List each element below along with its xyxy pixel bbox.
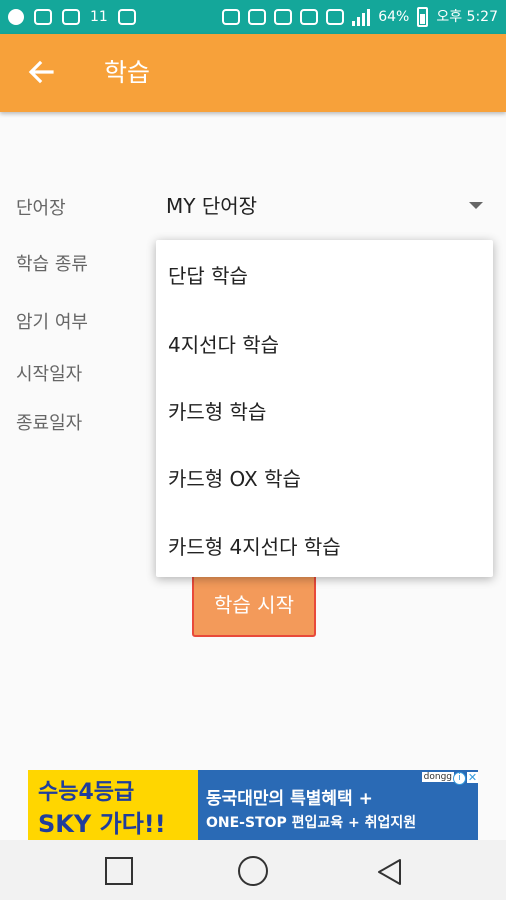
app-bar: 학습: [0, 34, 506, 112]
menu-item-card[interactable]: 카드형 학습: [168, 396, 266, 425]
ad-info-icon[interactable]: i: [453, 772, 466, 785]
alarm-icon: [274, 9, 293, 25]
start-study-button[interactable]: 학습 시작: [192, 577, 316, 637]
pill-icon: [117, 9, 136, 25]
bluetooth-icon: [222, 9, 241, 25]
ad-close-icon[interactable]: ✕: [467, 772, 478, 783]
menu-item-card-ox[interactable]: 카드형 OX 학습: [168, 463, 301, 492]
home-icon[interactable]: [238, 856, 268, 886]
ad-brand: dongg: [421, 772, 454, 782]
signal-icon: [352, 8, 371, 26]
label-wordbook: 단어장: [16, 198, 66, 219]
label-memorized: 암기 여부: [16, 312, 88, 333]
status-left-icons: 11: [8, 0, 136, 34]
ad-banner[interactable]: 수능4등급 SKY 가다!! 동국대만의 특별혜택 + ONE-STOP 편입교…: [28, 770, 478, 840]
ad-copy-line1: 동국대만의 특별혜택 +: [206, 789, 373, 809]
status-time: 오후 5:27: [436, 9, 498, 25]
dropdown-arrow-icon[interactable]: [469, 202, 483, 209]
network-indicator: 11: [90, 9, 108, 25]
back-triangle-icon[interactable]: [375, 857, 405, 887]
menu-item-multiple-choice[interactable]: 4지선다 학습: [168, 329, 279, 358]
message-icon: [34, 9, 52, 25]
recent-apps-icon[interactable]: [105, 857, 133, 885]
ad-left-panel: 수능4등급 SKY 가다!!: [28, 770, 198, 840]
system-nav-bar: [0, 840, 506, 900]
menu-item-card-multiple-choice[interactable]: 카드형 4지선다 학습: [168, 531, 341, 560]
study-type-dropdown-menu: 단답 학습 4지선다 학습 카드형 학습 카드형 OX 학습 카드형 4지선다 …: [156, 240, 493, 577]
ad-subheadline: SKY 가다!!: [38, 810, 166, 838]
ad-headline: 수능4등급: [38, 780, 135, 805]
status-right-icons: 64% 오후 5:27: [222, 0, 498, 34]
lte-icon: [326, 9, 345, 25]
page-title: 학습: [104, 58, 151, 87]
arrow-left-icon[interactable]: [26, 57, 56, 87]
label-study-type: 학습 종류: [16, 254, 88, 275]
hd-icon: [300, 9, 319, 25]
app-notification-icon: [8, 9, 24, 25]
vibrate-icon: [248, 9, 267, 25]
battery-percent: 64%: [378, 9, 410, 25]
menu-item-short-answer[interactable]: 단답 학습: [168, 260, 248, 289]
ad-copy-line2: ONE-STOP 편입교육 + 취업지원: [206, 815, 417, 831]
wordbook-spinner[interactable]: MY 단어장: [166, 190, 257, 219]
label-end-date: 종료일자: [16, 413, 83, 434]
label-start-date: 시작일자: [16, 364, 83, 385]
battery-icon: [417, 7, 429, 27]
status-bar: 11 64% 오후 5:27: [0, 0, 506, 34]
weather-icon: [62, 9, 80, 25]
